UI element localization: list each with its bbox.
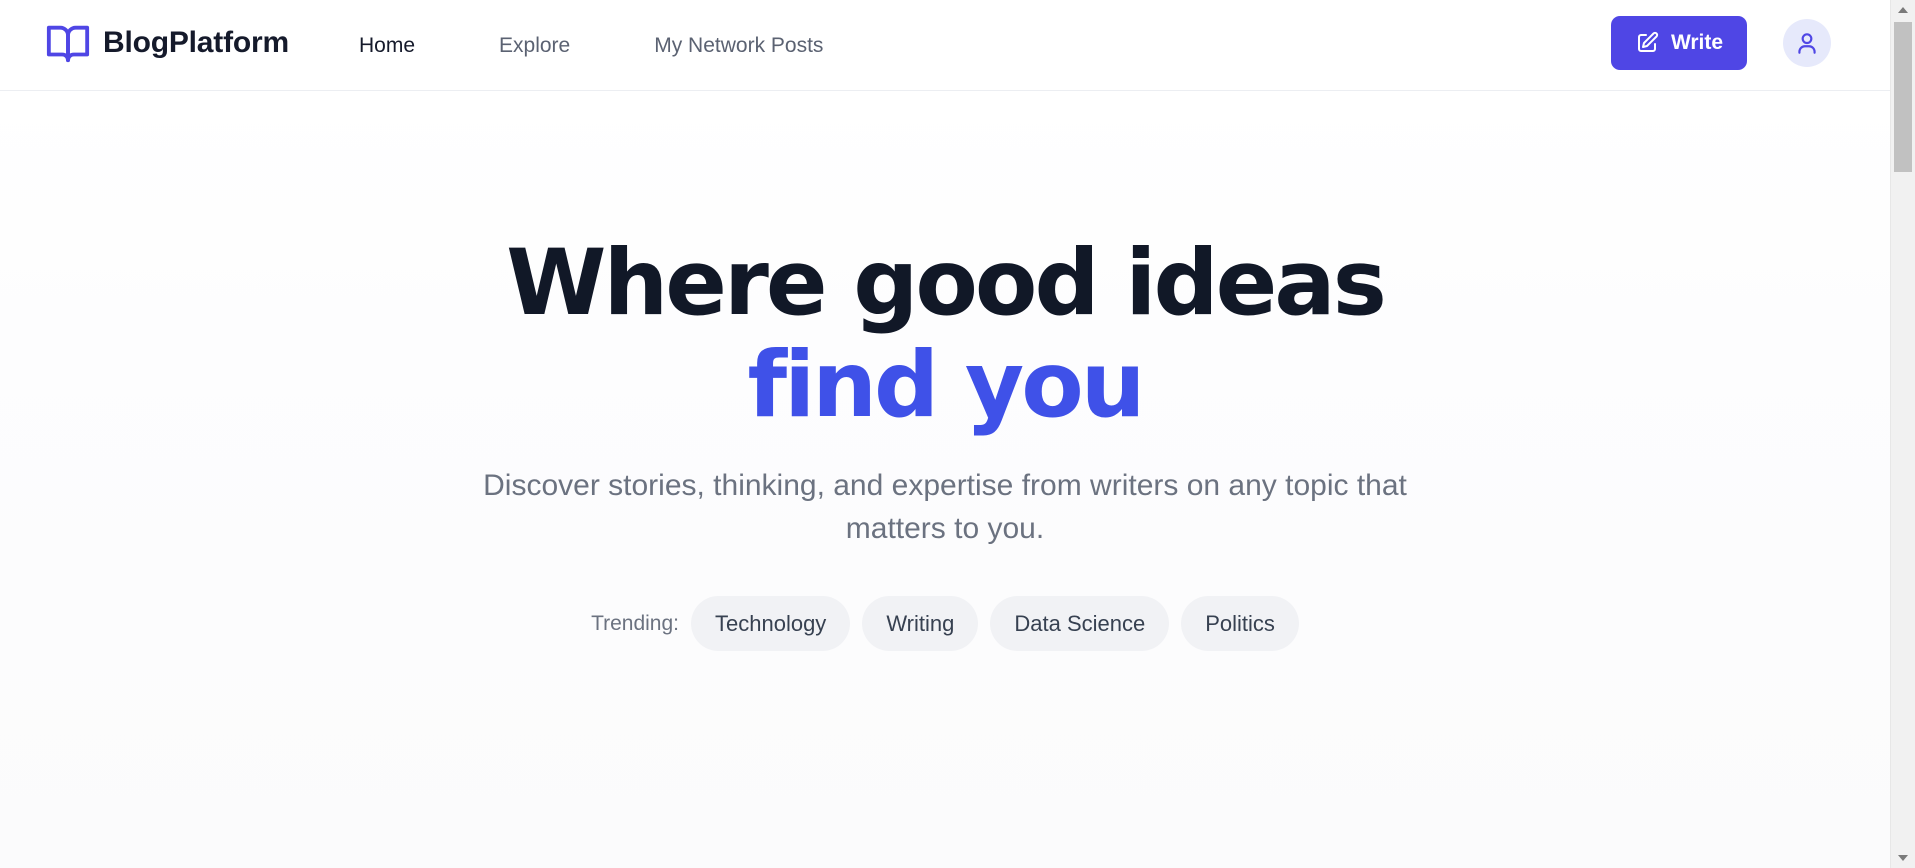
top-navbar: BlogPlatform Home Explore My Network Pos… <box>0 0 1890 91</box>
nav-my-network-posts[interactable]: My Network Posts <box>654 34 823 58</box>
user-icon <box>1798 33 1816 54</box>
headline-line-1: Where good ideas <box>506 231 1387 336</box>
scroll-up-arrow-icon[interactable] <box>1898 7 1908 13</box>
main-nav: Home Explore My Network Posts <box>359 0 907 91</box>
app-viewport: BlogPlatform Home Explore My Network Pos… <box>0 0 1915 868</box>
nav-home[interactable]: Home <box>359 34 415 58</box>
hero-subtitle: Discover stories, thinking, and expertis… <box>483 469 1407 545</box>
brand[interactable]: BlogPlatform <box>45 20 289 66</box>
hero-section: Where good ideas find you Discover stori… <box>0 92 1890 868</box>
write-button[interactable]: Write <box>1611 16 1747 70</box>
scroll-down-arrow-icon[interactable] <box>1898 855 1908 861</box>
user-menu-button[interactable] <box>1783 19 1831 67</box>
write-button-label: Write <box>1670 31 1724 54</box>
tag-data-science[interactable]: Data Science <box>990 596 1170 651</box>
brand-name: BlogPlatform <box>103 26 289 59</box>
tag-technology[interactable]: Technology <box>691 596 851 651</box>
trending-label: Trending: <box>591 611 679 635</box>
trending-topics: Trending: Technology Writing Data Scienc… <box>0 596 1890 651</box>
open-book-icon <box>46 25 90 63</box>
tag-writing[interactable]: Writing <box>862 596 979 651</box>
headline-line-2: find you <box>747 333 1145 438</box>
scrollbar-thumb[interactable] <box>1894 22 1912 172</box>
edit-icon <box>1637 31 1658 52</box>
hero-headline: Where good ideas find you <box>0 233 1890 437</box>
nav-explore[interactable]: Explore <box>499 34 570 58</box>
vertical-scrollbar[interactable] <box>1890 0 1915 868</box>
tag-politics[interactable]: Politics <box>1181 596 1299 651</box>
